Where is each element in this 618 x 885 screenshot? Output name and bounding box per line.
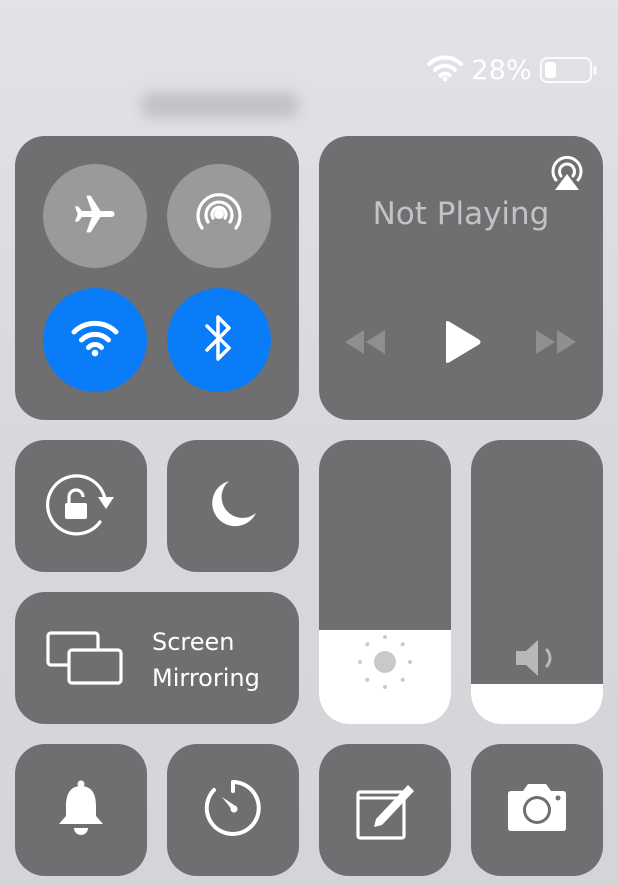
airdrop-icon <box>194 189 244 243</box>
wifi-icon <box>70 318 120 362</box>
rotation-lock-icon <box>44 469 118 543</box>
rewind-icon[interactable] <box>342 327 388 361</box>
play-icon[interactable] <box>441 319 483 369</box>
battery-percentage: 28% <box>471 54 532 86</box>
fast-forward-icon[interactable] <box>533 327 579 361</box>
airplane-mode-toggle[interactable] <box>43 164 147 268</box>
moon-icon <box>205 476 261 536</box>
rotation-lock-toggle[interactable] <box>15 440 147 572</box>
timer-button[interactable] <box>167 744 299 876</box>
sun-icon <box>355 632 415 696</box>
volume-slider[interactable] <box>471 440 603 724</box>
notes-button[interactable] <box>319 744 451 876</box>
camera-button[interactable] <box>471 744 603 876</box>
now-playing-tile[interactable] <box>319 136 603 420</box>
airdrop-toggle[interactable] <box>167 164 271 268</box>
brightness-slider[interactable] <box>319 440 451 724</box>
screen-mirroring-label: Screen Mirroring <box>152 628 260 692</box>
status-bar: 28% <box>427 54 597 86</box>
speaker-icon <box>513 636 565 684</box>
airplane-icon <box>69 188 121 244</box>
screen-mirroring-icon <box>45 630 125 690</box>
wifi-toggle[interactable] <box>43 288 147 392</box>
bluetooth-icon <box>202 312 236 368</box>
connectivity-tile <box>15 136 299 420</box>
timer-icon <box>202 777 264 843</box>
camera-icon <box>504 782 570 838</box>
volume-level <box>471 684 603 724</box>
do-not-disturb-toggle[interactable] <box>167 440 299 572</box>
ring-silent-button[interactable] <box>15 744 147 876</box>
battery-icon <box>540 57 597 83</box>
airplay-audio-icon[interactable] <box>545 152 589 196</box>
blurred-wallpaper-text <box>140 92 300 118</box>
notes-icon <box>352 775 418 845</box>
bluetooth-toggle[interactable] <box>167 288 271 392</box>
bell-icon <box>55 778 107 842</box>
now-playing-title: Not Playing <box>372 196 550 232</box>
battery-level <box>545 62 557 78</box>
wifi-status-icon <box>427 54 464 86</box>
